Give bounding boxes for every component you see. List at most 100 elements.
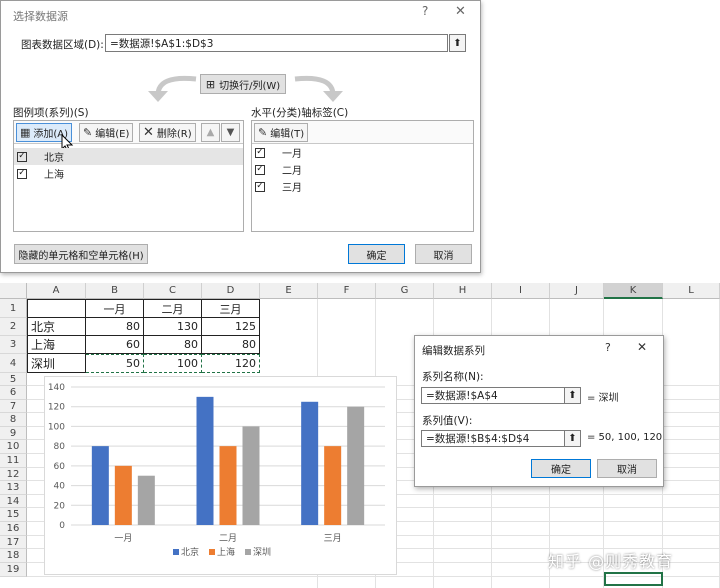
bar-北京	[196, 396, 214, 525]
column-header-C[interactable]: C	[144, 283, 202, 299]
legend-swatch	[209, 549, 215, 555]
data-cell[interactable]: 50	[86, 354, 144, 373]
name-collapse-button[interactable]: ⬆	[564, 387, 581, 404]
data-cell[interactable]: 北京	[27, 318, 86, 336]
dialog-title: 编辑数据系列	[422, 345, 485, 357]
edit-icon: ✎	[83, 126, 93, 139]
bar-上海	[324, 446, 342, 525]
x-tick-label: 三月	[324, 533, 342, 544]
cancel-button[interactable]: 取消	[597, 459, 657, 478]
column-header-F[interactable]: F	[318, 283, 376, 299]
move-down-button[interactable]: ▼	[221, 123, 240, 142]
series-name-label: 系列名称(N):	[422, 371, 484, 383]
data-cell[interactable]: 100	[144, 354, 202, 373]
series-name-input[interactable]: =数据源!$A$4	[421, 387, 578, 404]
row-header-5[interactable]: 5	[0, 373, 27, 386]
row-header-17[interactable]: 17	[0, 536, 27, 549]
axis-labels-label: 水平(分类)轴标签(C)	[251, 107, 349, 119]
row-header-15[interactable]: 15	[0, 508, 27, 522]
data-cell[interactable]: 130	[144, 318, 202, 336]
column-header-L[interactable]: L	[663, 283, 720, 299]
x-tick-label: 二月	[219, 533, 237, 544]
switch-row-column-button[interactable]: ⊞ 切换行/列(W)	[200, 74, 286, 94]
category-row[interactable]: ✓ 三月	[252, 178, 302, 195]
series-checkbox[interactable]: ✓	[17, 151, 27, 162]
right-curved-arrow-icon	[294, 75, 343, 102]
delete-series-button[interactable]: ✕ 删除(R)	[139, 123, 196, 142]
header-cell[interactable]: 一月	[86, 299, 144, 318]
close-button[interactable]: ✕	[637, 340, 647, 354]
y-tick-label: 60	[54, 462, 66, 472]
collapse-arrow-icon: ⬆	[568, 433, 577, 444]
data-cell[interactable]: 上海	[27, 336, 86, 354]
column-header-K[interactable]: K	[604, 283, 663, 299]
row-header-10[interactable]: 10	[0, 440, 27, 454]
header-cell[interactable]: 三月	[202, 299, 260, 318]
column-header-D[interactable]: D	[202, 283, 260, 299]
edit-series-button[interactable]: ✎ 编辑(E)	[79, 123, 134, 142]
series-row-shanghai[interactable]: ✓ 上海	[14, 165, 64, 182]
row-header-19[interactable]: 19	[0, 563, 27, 577]
legend-label: 深圳	[253, 547, 271, 558]
row-header-2[interactable]: 2	[0, 318, 27, 336]
row-header-1[interactable]: 1	[0, 299, 27, 318]
select-all-corner[interactable]	[0, 283, 27, 299]
category-checkbox[interactable]: ✓	[255, 164, 265, 175]
selected-cell[interactable]	[604, 572, 663, 586]
series-values-input[interactable]: =数据源!$B$4:$D$4	[421, 430, 578, 447]
category-checkbox[interactable]: ✓	[255, 181, 265, 192]
row-header-4[interactable]: 4	[0, 354, 27, 373]
category-row[interactable]: ✓ 一月	[252, 144, 302, 161]
data-cell[interactable]: 80	[202, 336, 260, 354]
row-header-13[interactable]: 13	[0, 481, 27, 495]
ok-button[interactable]: 确定	[531, 459, 591, 478]
data-cell[interactable]: 120	[202, 354, 260, 373]
row-header-8[interactable]: 8	[0, 413, 27, 427]
row-header-12[interactable]: 12	[0, 468, 27, 481]
range-collapse-button[interactable]: ⬆	[449, 34, 466, 52]
column-header-B[interactable]: B	[86, 283, 144, 299]
column-header-H[interactable]: H	[434, 283, 492, 299]
row-header-3[interactable]: 3	[0, 336, 27, 354]
category-row[interactable]: ✓ 二月	[252, 161, 302, 178]
bar-深圳	[137, 475, 155, 525]
ok-button[interactable]: 确定	[348, 244, 405, 264]
close-button[interactable]: ✕	[455, 4, 466, 19]
bar-深圳	[347, 406, 365, 525]
row-header-16[interactable]: 16	[0, 522, 27, 536]
range-label: 图表数据区域(D):	[21, 39, 104, 51]
data-cell[interactable]: 80	[144, 336, 202, 354]
row-header-7[interactable]: 7	[0, 400, 27, 413]
column-header-G[interactable]: G	[376, 283, 434, 299]
row-header-9[interactable]: 9	[0, 427, 27, 440]
row-header-18[interactable]: 18	[0, 549, 27, 563]
data-cell[interactable]: 深圳	[27, 354, 86, 373]
help-button[interactable]: ?	[422, 4, 428, 18]
select-data-source-dialog: 选择数据源 ? ✕ 图表数据区域(D): =数据源!$A$1:$D$3 ⬆ ⊞ …	[0, 0, 481, 273]
row-header-11[interactable]: 11	[0, 454, 27, 468]
column-header-E[interactable]: E	[260, 283, 318, 299]
series-row-beijing[interactable]: ✓ 北京	[14, 148, 243, 165]
move-up-button[interactable]: ▲	[201, 123, 220, 142]
range-input[interactable]: =数据源!$A$1:$D$3	[105, 34, 448, 52]
category-checkbox[interactable]: ✓	[255, 147, 265, 158]
values-collapse-button[interactable]: ⬆	[564, 430, 581, 447]
column-header-A[interactable]: A	[27, 283, 86, 299]
help-button[interactable]: ?	[605, 341, 611, 354]
axis-labels-panel: ✎ 编辑(T) ✓ 一月 ✓ 二月 ✓ 三月	[251, 120, 474, 232]
header-cell[interactable]	[27, 299, 86, 318]
series-checkbox[interactable]: ✓	[17, 168, 27, 179]
column-header-I[interactable]: I	[492, 283, 550, 299]
row-header-14[interactable]: 14	[0, 495, 27, 508]
row-header-6[interactable]: 6	[0, 386, 27, 400]
collapse-arrow-icon: ⬆	[568, 390, 577, 401]
data-cell[interactable]: 60	[86, 336, 144, 354]
cancel-button[interactable]: 取消	[415, 244, 472, 264]
data-cell[interactable]: 80	[86, 318, 144, 336]
hidden-empty-cells-button[interactable]: 隐藏的单元格和空单元格(H)	[14, 244, 148, 264]
edit-axis-labels-button[interactable]: ✎ 编辑(T)	[254, 123, 309, 142]
data-cell[interactable]: 125	[202, 318, 260, 336]
column-header-J[interactable]: J	[550, 283, 604, 299]
header-cell[interactable]: 二月	[144, 299, 202, 318]
chart-area[interactable]: 0 20 40 60 80 100 120 140 一月 二月 三月 北京 上海 深圳	[44, 376, 397, 575]
